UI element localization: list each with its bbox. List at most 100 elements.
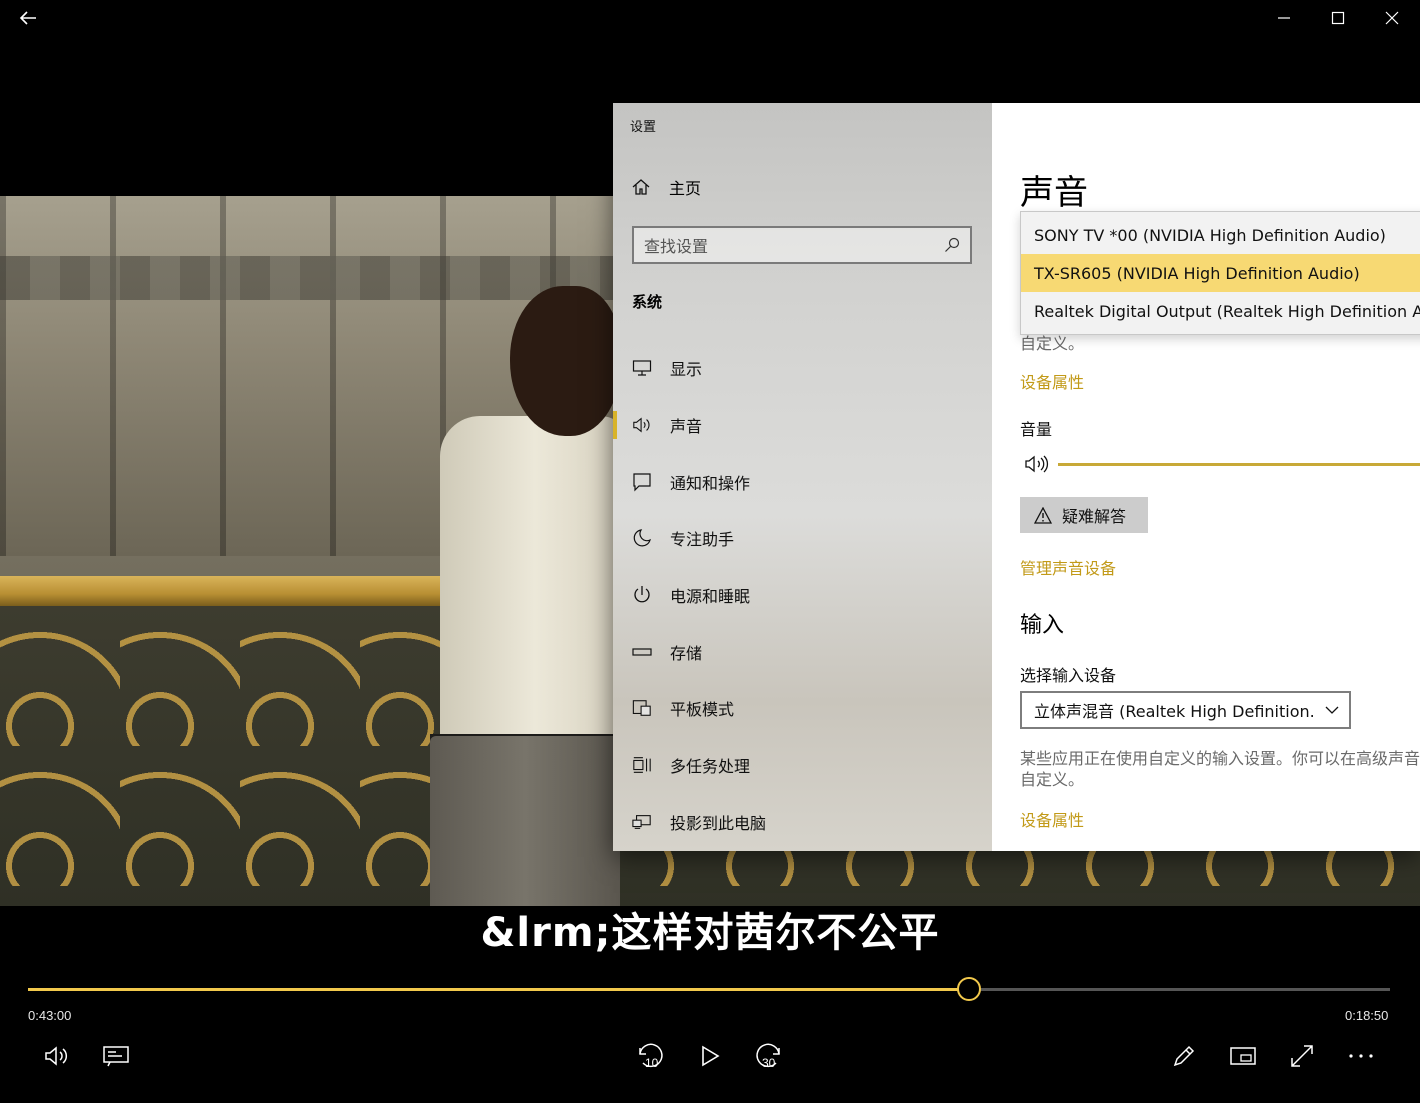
settings-nav-pane: 设置 主页 查找设置 系统 显示 声音 通知和操作 专注助手 电源和睡眠 存储 … — [613, 103, 992, 851]
speaker-icon — [632, 415, 652, 435]
troubleshoot-button[interactable]: 疑难解答 — [1020, 497, 1148, 533]
edit-button[interactable] — [1166, 1038, 1202, 1074]
nav-item-label: 投影到此电脑 — [670, 813, 767, 833]
play-button[interactable] — [692, 1038, 728, 1074]
play-icon — [702, 1045, 720, 1067]
seek-bar-thumb[interactable] — [957, 977, 982, 1001]
input-section-title: 输入 — [1020, 613, 1065, 638]
time-elapsed: 0:43:00 — [28, 1008, 72, 1023]
troubleshoot-label: 疑难解答 — [1062, 507, 1127, 526]
settings-window[interactable]: 设置 主页 查找设置 系统 显示 声音 通知和操作 专注助手 电源和睡眠 存储 … — [613, 103, 1420, 851]
seek-bar[interactable] — [28, 977, 1390, 1001]
volume-icon — [45, 1046, 68, 1066]
tablet-mode-icon — [632, 698, 652, 718]
input-device-properties-link[interactable]: 设备属性 — [1020, 807, 1084, 831]
nav-item-label: 存储 — [670, 643, 703, 663]
storage-icon — [632, 642, 652, 662]
person-pants — [430, 736, 620, 906]
nav-item-multitasking[interactable]: 多任务处理 — [613, 737, 992, 794]
skip-forward-button[interactable]: 30 — [751, 1038, 787, 1074]
notification-icon — [632, 472, 652, 492]
monitor-icon — [632, 358, 652, 378]
nav-item-label: 平板模式 — [670, 700, 735, 720]
input-device-select-label: 选择输入设备 — [1020, 666, 1117, 685]
volume-slider-track[interactable] — [1058, 462, 1420, 466]
pencil-icon — [1173, 1045, 1195, 1067]
skip-back-button[interactable]: 10 — [632, 1038, 668, 1074]
mini-view-button[interactable] — [1225, 1038, 1261, 1074]
page-title: 声音 — [1020, 173, 1088, 213]
nav-section-title: 系统 — [632, 293, 663, 311]
nav-home-label: 主页 — [669, 179, 702, 198]
fullscreen-button[interactable] — [1284, 1038, 1320, 1074]
settings-search-input[interactable]: 查找设置 — [632, 226, 972, 264]
multitasking-icon — [632, 755, 652, 775]
more-button[interactable] — [1343, 1038, 1379, 1074]
power-icon — [632, 585, 652, 605]
settings-window-title: 设置 — [630, 120, 657, 135]
nav-item-project-to-pc[interactable]: 投影到此电脑 — [613, 794, 992, 851]
nav-item-label: 声音 — [670, 417, 703, 437]
home-icon — [631, 177, 651, 197]
project-icon — [632, 812, 652, 832]
nav-item-display[interactable]: 显示 — [613, 340, 992, 397]
person-shirt — [440, 416, 630, 746]
maximize-icon — [1331, 11, 1345, 25]
volume-button[interactable] — [39, 1038, 75, 1074]
chevron-down-icon — [1325, 706, 1339, 714]
nav-item-notifications[interactable]: 通知和操作 — [613, 453, 992, 510]
fullscreen-icon — [1291, 1045, 1313, 1067]
subtitle-text: &lrm;这样对茜尔不公平 — [480, 910, 940, 956]
nav-item-sound[interactable]: 声音 — [613, 397, 992, 454]
moon-icon — [632, 528, 652, 548]
settings-nav-list: 显示 声音 通知和操作 专注助手 电源和睡眠 存储 平板模式 多任务处理 投影到… — [613, 340, 992, 850]
nav-home[interactable]: 主页 — [631, 175, 701, 199]
output-device-properties-link[interactable]: 设备属性 — [1020, 369, 1084, 393]
seek-bar-fill — [28, 988, 970, 991]
back-arrow-icon — [19, 11, 36, 25]
skip-back-label: 10 — [645, 1056, 659, 1070]
volume-slider[interactable] — [1024, 453, 1420, 475]
mini-view-icon — [1230, 1047, 1256, 1065]
back-button[interactable] — [16, 6, 40, 30]
minimize-icon — [1278, 17, 1290, 19]
skip-back-icon: 10 — [639, 1043, 663, 1070]
time-remaining: 0:18:50 — [1345, 1008, 1389, 1023]
maximize-button[interactable] — [1326, 6, 1350, 30]
input-hint-line-1: 某些应用正在使用自定义的输入设置。你可以在高级声音 — [1020, 749, 1420, 768]
output-device-dropdown-list[interactable]: SONY TV *00 (NVIDIA High Definition Audi… — [1020, 211, 1420, 335]
input-hint-text: 某些应用正在使用自定义的输入设置。你可以在高级声音 自定义。 — [1020, 748, 1420, 790]
captions-icon — [103, 1046, 129, 1067]
manage-sound-devices-link[interactable]: 管理声音设备 — [1020, 555, 1116, 579]
nav-item-label: 多任务处理 — [670, 757, 751, 777]
input-device-value: 立体声混音 (Realtek High Definition... — [1034, 702, 1314, 721]
close-icon — [1385, 11, 1399, 25]
nav-item-storage[interactable]: 存储 — [613, 623, 992, 680]
volume-label: 音量 — [1020, 420, 1053, 439]
nav-item-power-sleep[interactable]: 电源和睡眠 — [613, 567, 992, 624]
video-person — [430, 286, 630, 906]
nav-item-label: 显示 — [670, 360, 703, 380]
person-head — [510, 286, 620, 436]
output-option-sony-tv[interactable]: SONY TV *00 (NVIDIA High Definition Audi… — [1021, 216, 1420, 254]
search-placeholder: 查找设置 — [644, 237, 709, 256]
nav-item-tablet-mode[interactable]: 平板模式 — [613, 680, 992, 737]
warning-icon — [1034, 506, 1052, 524]
output-hint-text: 自定义。 — [1020, 334, 1085, 353]
output-option-realtek-digital[interactable]: Realtek Digital Output (Realtek High Def… — [1021, 292, 1420, 330]
output-option-tx-sr605[interactable]: TX-SR605 (NVIDIA High Definition Audio) — [1021, 254, 1420, 292]
skip-forward-label: 30 — [762, 1056, 776, 1070]
minimize-button[interactable] — [1272, 6, 1296, 30]
input-hint-line-2: 自定义。 — [1020, 770, 1085, 789]
input-device-select[interactable]: 立体声混音 (Realtek High Definition... — [1020, 691, 1351, 729]
close-button[interactable] — [1380, 6, 1404, 30]
search-icon — [945, 237, 960, 252]
more-icon — [1349, 1054, 1373, 1058]
nav-item-label: 电源和睡眠 — [670, 587, 751, 607]
nav-item-focus-assist[interactable]: 专注助手 — [613, 510, 992, 567]
nav-item-label: 通知和操作 — [670, 473, 751, 493]
skip-forward-icon: 30 — [756, 1043, 780, 1070]
captions-button[interactable] — [98, 1038, 134, 1074]
speaker-icon — [1025, 455, 1049, 473]
settings-content-pane: 声音 SONY TV *00 (NVIDIA High Definition A… — [992, 103, 1420, 851]
